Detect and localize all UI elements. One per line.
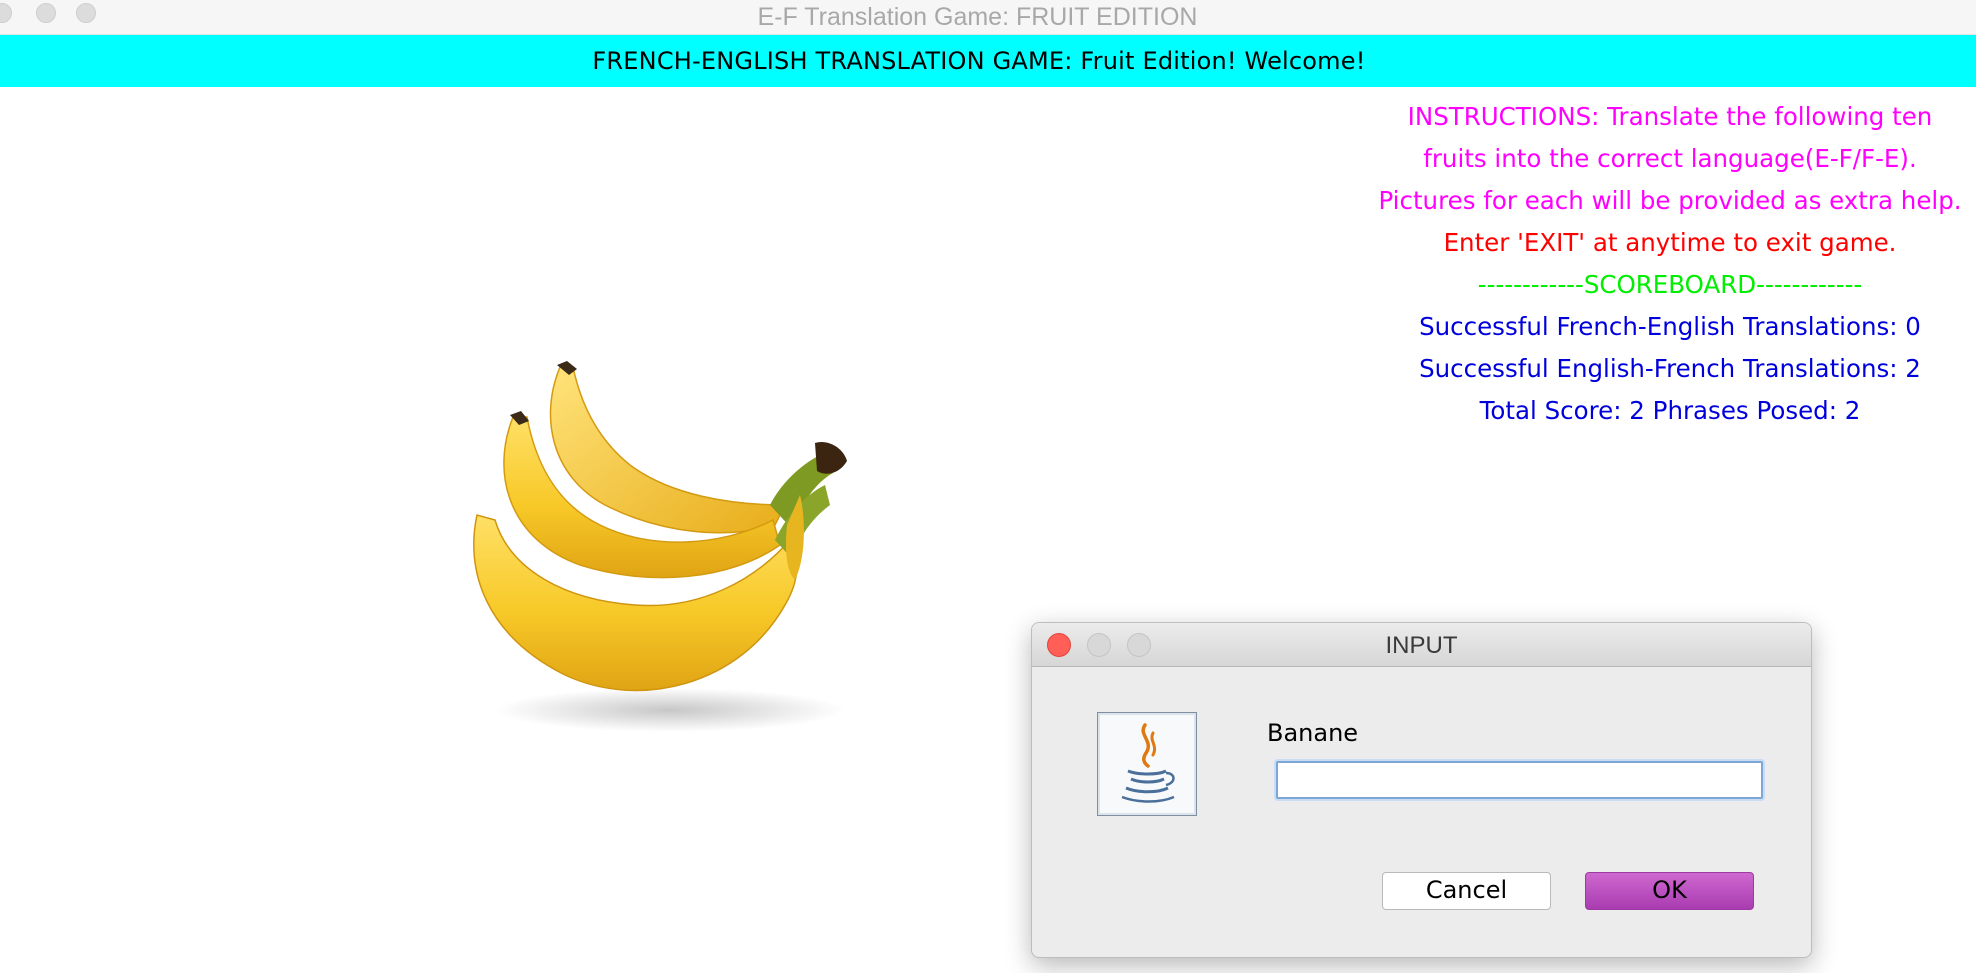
exit-note: Enter 'EXIT' at anytime to exit game. bbox=[1443, 228, 1897, 257]
dialog-titlebar: INPUT bbox=[1032, 623, 1811, 667]
ok-button[interactable]: OK bbox=[1585, 872, 1754, 910]
instructions-line-2: fruits into the correct language(E-F/F-E… bbox=[1423, 144, 1917, 173]
cancel-button[interactable]: Cancel bbox=[1382, 872, 1551, 910]
total-score: Total Score: 2 Phrases Posed: 2 bbox=[1479, 396, 1861, 425]
window-titlebar: E-F Translation Game: FRUIT EDITION bbox=[0, 0, 1976, 35]
instructions-line-3: Pictures for each will be provided as ex… bbox=[1378, 186, 1962, 215]
banner-text: FRENCH-ENGLISH TRANSLATION GAME: Fruit E… bbox=[592, 47, 1366, 75]
instructions-panel: INSTRUCTIONS: Translate the following te… bbox=[1355, 96, 1976, 432]
banana-image bbox=[473, 361, 847, 732]
welcome-banner: FRENCH-ENGLISH TRANSLATION GAME: Fruit E… bbox=[0, 35, 1976, 87]
english-french-score: Successful English-French Translations: … bbox=[1419, 354, 1921, 383]
window-title: E-F Translation Game: FRUIT EDITION bbox=[757, 3, 1198, 31]
answer-input[interactable] bbox=[1276, 761, 1763, 799]
dialog-prompt: Banane bbox=[1267, 719, 1359, 747]
instructions-line-1: INSTRUCTIONS: Translate the following te… bbox=[1407, 102, 1933, 131]
input-dialog: INPUT Banane Cancel OK bbox=[1031, 622, 1812, 958]
scoreboard-header: ------------SCOREBOARD------------ bbox=[1477, 270, 1863, 299]
dialog-title: INPUT bbox=[1385, 632, 1458, 659]
french-english-score: Successful French-English Translations: … bbox=[1419, 312, 1921, 341]
java-coffee-icon bbox=[1097, 712, 1197, 816]
